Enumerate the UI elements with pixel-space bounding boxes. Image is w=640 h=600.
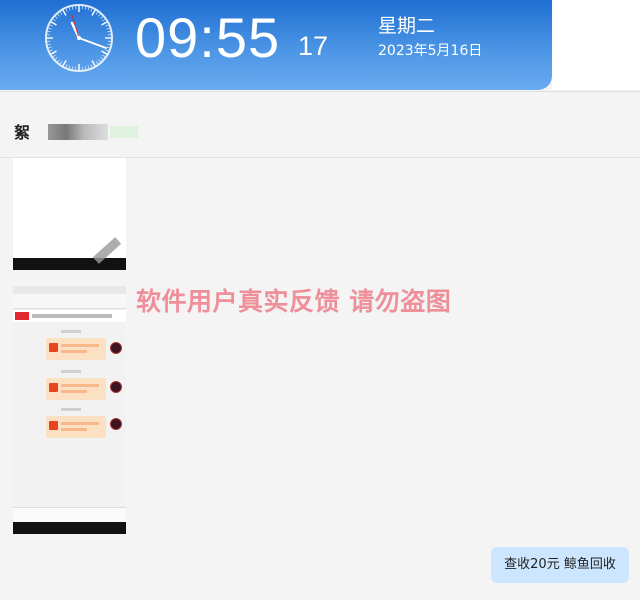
clock-tick [72,66,74,70]
chat-screenshot-image[interactable] [13,286,126,534]
text-lines [32,314,112,318]
clock-tick [47,31,51,33]
clock-tick [48,27,52,30]
divider [0,91,640,92]
clock-tick [102,54,106,58]
clock-tick [84,6,86,10]
clock-tick [87,7,90,11]
top-right-blank [552,0,640,90]
sender-name: 絮 [14,123,31,142]
clock-tick [106,27,110,30]
clock-tick [105,49,109,52]
clock-tick [48,46,52,49]
transfer-bubble [46,416,106,438]
clock-tick [102,18,106,22]
clock-tick [47,43,51,45]
clock-tick [50,50,57,55]
clock-tick [65,64,68,68]
avatar [110,342,122,354]
transfer-bubble [46,338,106,360]
date-label: 2023年5月16日 [378,43,483,59]
clock-tick [100,16,103,19]
clock-tick [72,6,74,10]
phone-nav-bar [13,522,126,534]
clock-tick [49,24,53,27]
clock-tick [62,60,67,67]
clock-tick [84,66,86,70]
clock-tick [101,21,108,26]
clock-tick [95,11,99,15]
avatar [110,381,122,393]
weekday-label: 星期二 [378,15,436,37]
clock-tick [49,49,53,52]
clock-tick [107,31,111,33]
clock-tick [50,21,57,26]
clock-tick [91,9,96,16]
clock-tick [90,64,93,68]
watermark-text: 软件用户真实反馈 请勿盗图 [136,287,452,316]
clock-tick [95,61,99,65]
red-badge [15,312,29,320]
chat-input-bar [13,507,126,522]
timestamp [61,408,81,411]
clock-tick [55,57,58,60]
clock-tick [65,8,68,12]
clock-tick [98,14,101,17]
clock-tick [105,24,109,27]
clock-tick [62,9,67,16]
analog-clock-icon [45,4,113,72]
clock-tick [106,46,110,49]
digital-time: 09:55 [135,6,281,69]
clock-tick [57,14,60,17]
clock-tick [101,50,108,55]
clock-tick [87,65,90,69]
clock-tick [68,65,71,69]
clock-tick [57,59,60,62]
digital-seconds: 17 [298,31,329,61]
sender-tag [110,126,138,138]
clock-tick [91,60,96,67]
clock-banner: 09:55 17 星期二 2023年5月16日 [0,0,552,90]
clock-tick [55,16,58,19]
clock-tick [59,61,63,65]
transfer-bubble [46,378,106,400]
phone-nav-bar [13,258,126,270]
timestamp [61,330,81,333]
system-message [13,310,126,322]
chat-title-bar [13,294,126,309]
blurred-name-mosaic [48,124,108,140]
clock-tick [52,18,56,22]
clock-tick [59,11,63,15]
clock-tick [90,8,93,12]
clock-tick [68,7,71,11]
clock-tick [100,57,103,60]
clock-tick [98,59,101,62]
clock-tick [107,43,111,45]
phone-status-bar [13,286,126,294]
badge-chip[interactable]: 查收20元 鲸鱼回收 [491,547,629,583]
timestamp [61,370,81,373]
clock-tick [52,54,56,58]
avatar [110,418,122,430]
